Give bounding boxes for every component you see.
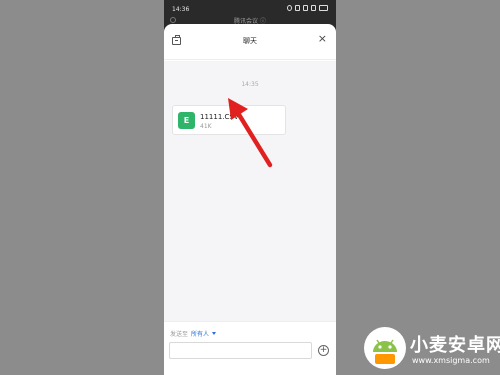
message-timestamp: 14:35 [241, 81, 259, 88]
chat-messages: 14:35 E 11111.CSV 41K [164, 61, 336, 321]
chat-sheet: 聊天 × 14:35 E 11111.CSV 41K 发送至 所有人 + [164, 24, 336, 375]
nfc-icon [295, 5, 300, 11]
status-time: 14:36 [172, 6, 190, 13]
file-name: 11111.CSV [200, 113, 239, 121]
sender-name [172, 97, 192, 103]
signal-icon [311, 5, 316, 11]
status-icons [287, 5, 328, 11]
battery-icon [319, 5, 328, 11]
plus-icon[interactable]: + [318, 345, 329, 356]
screen: 14:36 腾讯会议 ⓘ 聊天 × 14:35 E 11111.CSV 41K … [0, 0, 500, 375]
watermark-url: www.xmsigma.com [412, 356, 490, 365]
watermark: 小麦安卓网 www.xmsigma.com [362, 323, 500, 375]
wifi-icon [303, 5, 308, 11]
close-icon[interactable]: × [318, 33, 327, 45]
excel-file-icon: E [178, 112, 195, 129]
chevron-down-icon[interactable] [212, 332, 217, 335]
recipient-selector[interactable]: 所有人 [191, 329, 209, 338]
send-to-row: 发送至 所有人 [170, 329, 217, 338]
chat-title: 聊天 [243, 37, 257, 45]
chat-header: 聊天 × [164, 24, 336, 60]
message-input[interactable] [169, 342, 312, 359]
android-logo-icon [364, 327, 406, 369]
file-size: 41K [200, 123, 212, 130]
alarm-icon [287, 5, 292, 11]
chat-footer: 发送至 所有人 + [164, 321, 336, 375]
phone-screen: 14:36 腾讯会议 ⓘ 聊天 × 14:35 E 11111.CSV 41K … [164, 0, 336, 375]
send-to-label: 发送至 [170, 331, 189, 338]
watermark-title: 小麦安卓网 [410, 335, 500, 356]
file-message-card[interactable]: E 11111.CSV 41K [172, 105, 286, 135]
